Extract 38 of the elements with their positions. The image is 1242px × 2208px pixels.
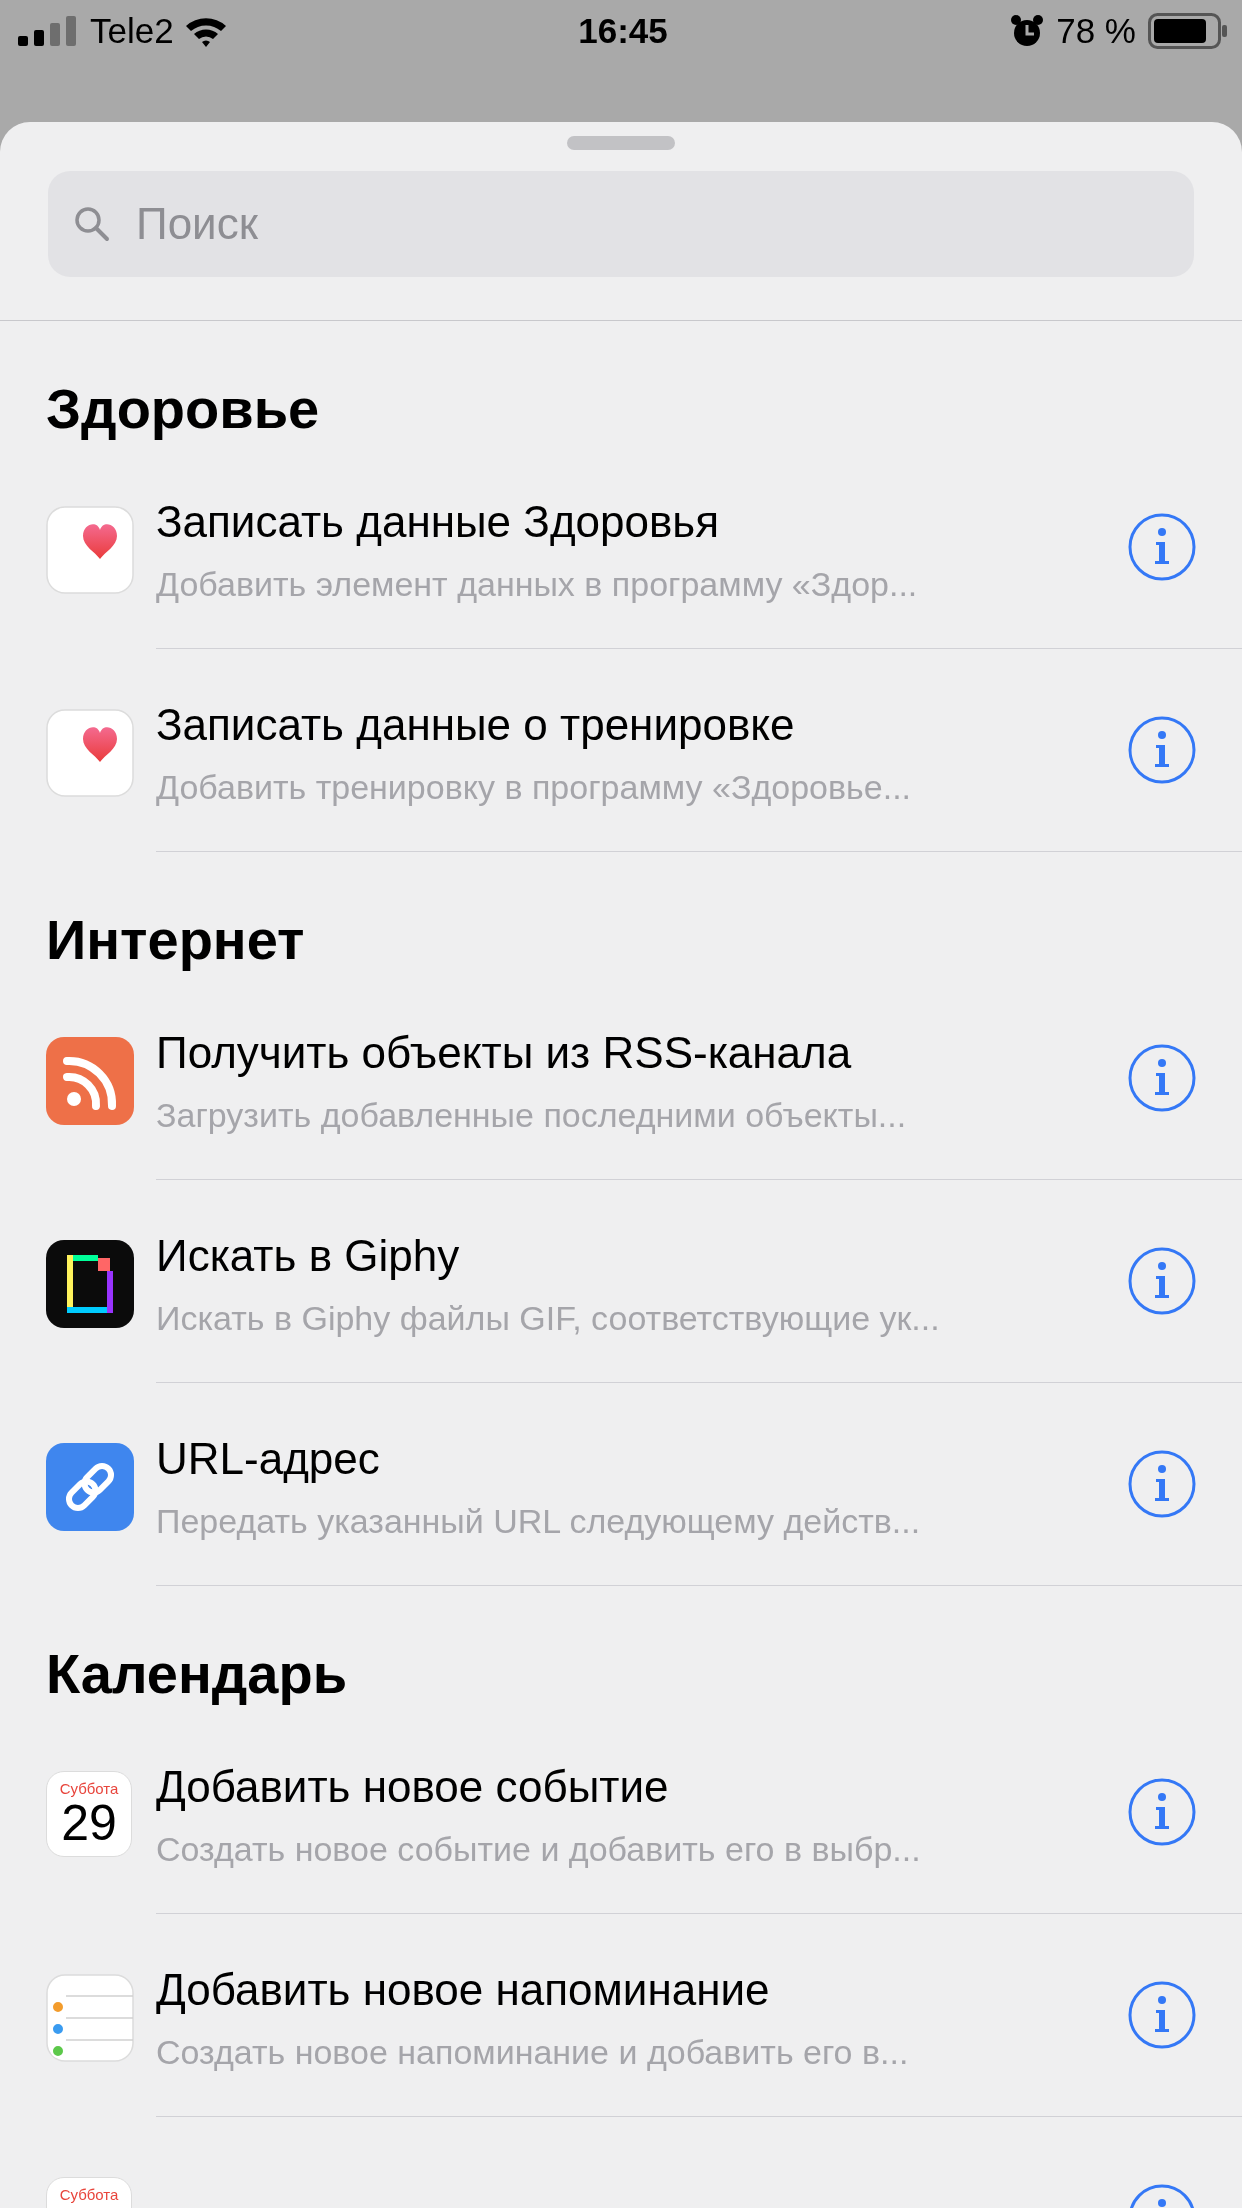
info-icon[interactable] — [1128, 1778, 1196, 1846]
action-description: Добавить тренировку в программу «Здоровье... — [156, 767, 912, 808]
action-title[interactable]: Записать данные Здоровья — [156, 495, 720, 549]
carrier-name: Tele2 — [90, 11, 174, 51]
action-title[interactable]: Получить объекты из RSS-канала — [156, 1026, 852, 1080]
info-icon[interactable] — [1128, 513, 1196, 581]
action-description: Искать в Giphy файлы GIF, соответствующие ук... — [156, 1298, 940, 1339]
checklist-icon — [46, 1974, 134, 2062]
action-title[interactable]: Добавить новое напоминание — [156, 1963, 770, 2017]
action-description: Добавить элемент данных в программу «Здор... — [156, 564, 918, 605]
section-heading: Здоровье — [46, 376, 321, 442]
info-icon[interactable] — [1128, 1247, 1196, 1315]
info-icon[interactable] — [1128, 716, 1196, 784]
action-title[interactable]: Искать в Giphy — [156, 1229, 460, 1283]
battery-percentage: 78 % — [1056, 11, 1136, 51]
action-description: Загрузить добавленные последними объекты... — [156, 1095, 907, 1136]
rss-icon — [46, 1037, 134, 1125]
info-icon[interactable] — [1128, 1044, 1196, 1112]
action-title[interactable]: URL-адрес — [156, 1432, 380, 1486]
day-number: 29 — [61, 1797, 117, 1849]
drag-handle[interactable] — [567, 136, 675, 150]
action-description: Создать новое напоминание и добавить его в... — [156, 2032, 909, 2073]
link-icon — [46, 1443, 134, 1531]
action-title[interactable]: Записать данные о тренировке — [156, 698, 795, 752]
clock-time: 16:45 — [578, 11, 668, 51]
alarm-clock-icon — [1010, 14, 1045, 48]
action-description: Передать указанный URL следующему действ... — [156, 1501, 921, 1542]
section-heading: Календарь — [46, 1641, 349, 1707]
info-icon[interactable] — [1128, 1981, 1196, 2049]
search-field[interactable]: Поиск — [48, 171, 1194, 277]
battery-icon — [1148, 13, 1228, 49]
gif-frame-icon — [46, 1240, 134, 1328]
weekday-label: Суббота — [59, 1781, 119, 1797]
info-icon[interactable] — [1128, 1450, 1196, 1518]
action-title[interactable]: Добавить новое событие — [156, 1760, 669, 1814]
section-heading: Интернет — [46, 907, 306, 973]
action-description: Создать новое событие и добавить его в выбр... — [156, 1829, 921, 1870]
weekday-label: Суббота — [59, 2187, 119, 2203]
